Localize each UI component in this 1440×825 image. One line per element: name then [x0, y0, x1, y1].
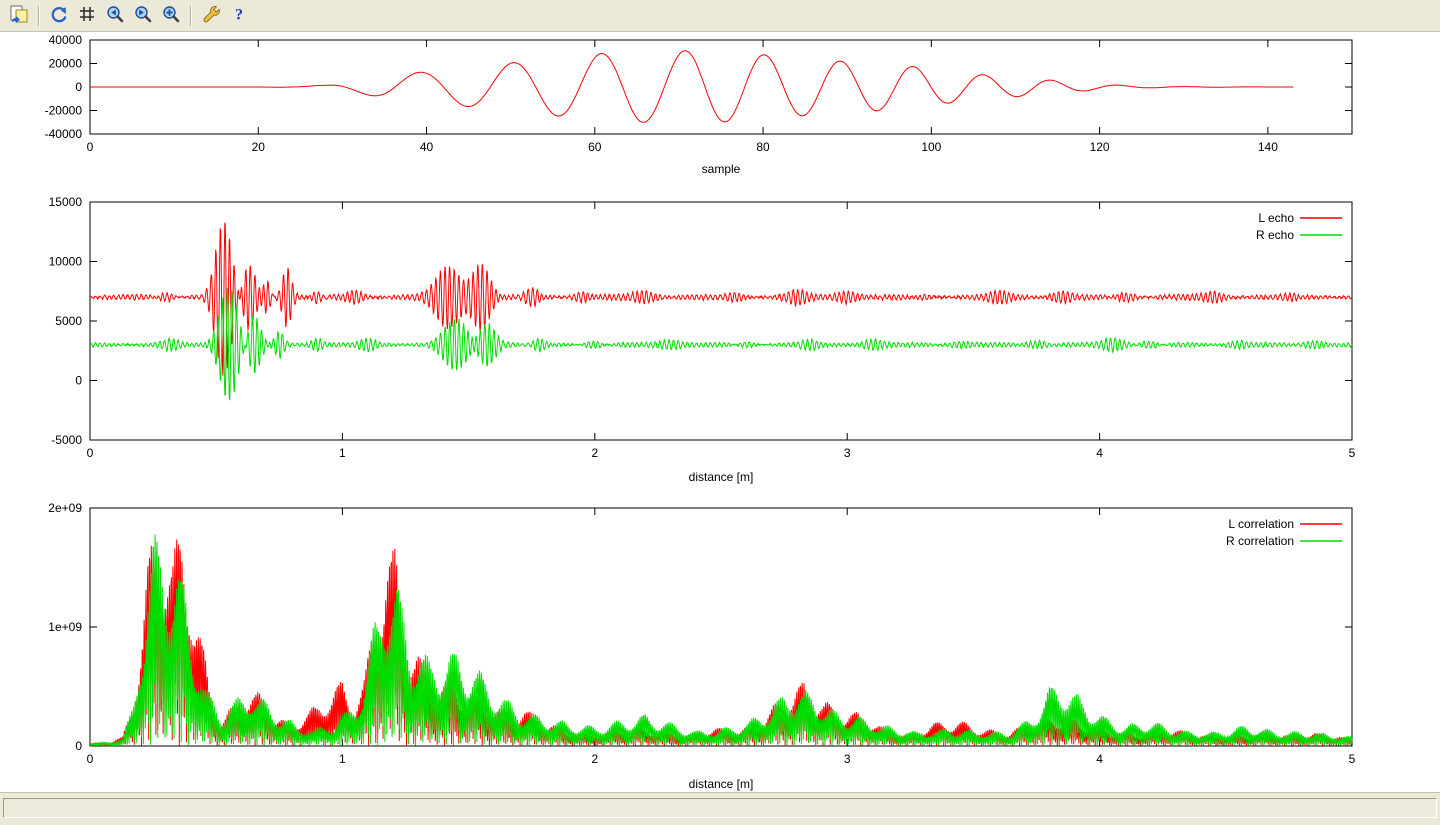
zoom-previous-button[interactable] [102, 3, 128, 29]
toolbar-separator [38, 6, 40, 26]
y-tick-label: 0 [75, 80, 82, 94]
autoscale-button[interactable] [158, 3, 184, 29]
y-tick-label: 0 [75, 739, 82, 753]
zoom-previous-icon [105, 4, 125, 27]
series-r-correlation [90, 535, 1352, 747]
x-tick-label: 40 [420, 140, 434, 154]
x-axis-label: distance [m] [689, 470, 754, 484]
y-tick-label: 10000 [49, 255, 83, 269]
series-r-echo [90, 288, 1352, 400]
svg-text:?: ? [235, 7, 243, 24]
y-tick-label: 15000 [49, 195, 83, 209]
x-tick-label: 4 [1096, 446, 1103, 460]
copy-to-clipboard-button[interactable] [6, 3, 32, 29]
replot-icon [49, 4, 69, 27]
x-tick-label: 0 [87, 446, 94, 460]
legend-label: L echo [1258, 211, 1294, 225]
x-tick-label: 80 [756, 140, 770, 154]
plot-border [90, 508, 1352, 746]
wrench-icon [201, 4, 221, 27]
help-button[interactable]: ? [226, 3, 252, 29]
configure-button[interactable] [198, 3, 224, 29]
y-tick-label: 0 [75, 374, 82, 388]
zoom-next-icon [133, 4, 153, 27]
x-tick-label: 1 [339, 752, 346, 766]
x-axis-label: sample [702, 162, 741, 176]
plot-border [90, 202, 1352, 440]
legend-label: R echo [1256, 228, 1294, 242]
x-tick-label: 1 [339, 446, 346, 460]
charts[interactable]: 020406080100120140-40000-200000200004000… [0, 32, 1440, 792]
x-tick-label: 60 [588, 140, 602, 154]
y-tick-label: 2e+09 [48, 501, 82, 515]
legend-label: R correlation [1226, 534, 1294, 548]
x-tick-label: 0 [87, 752, 94, 766]
y-tick-label: -20000 [45, 104, 83, 118]
x-tick-label: 0 [87, 140, 94, 154]
y-tick-label: 40000 [49, 33, 83, 47]
grid-toggle-button[interactable] [74, 3, 100, 29]
y-tick-label: 5000 [55, 314, 82, 328]
x-tick-label: 5 [1349, 446, 1356, 460]
x-tick-label: 5 [1349, 752, 1356, 766]
y-tick-label: -5000 [51, 433, 82, 447]
x-tick-label: 3 [844, 446, 851, 460]
toolbar: ? [0, 0, 1440, 32]
y-tick-label: 1e+09 [48, 620, 82, 634]
grid-icon [77, 4, 97, 27]
toolbar-separator [190, 6, 192, 26]
statusbar [0, 792, 1440, 825]
x-tick-label: 4 [1096, 752, 1103, 766]
clipboard-icon [9, 4, 29, 27]
legend-label: L correlation [1228, 517, 1294, 531]
series-signal [90, 51, 1293, 123]
x-tick-label: 2 [591, 446, 598, 460]
gnuplot-window: ? 020406080100120140-40000-2000002000040… [0, 0, 1440, 825]
help-icon: ? [229, 4, 249, 27]
x-tick-label: 2 [591, 752, 598, 766]
x-tick-label: 20 [252, 140, 266, 154]
x-tick-label: 120 [1090, 140, 1110, 154]
replot-button[interactable] [46, 3, 72, 29]
x-tick-label: 100 [921, 140, 941, 154]
x-axis-label: distance [m] [689, 777, 754, 791]
plot-canvas[interactable]: 020406080100120140-40000-200000200004000… [0, 32, 1440, 792]
y-tick-label: -40000 [45, 127, 83, 141]
x-tick-label: 140 [1258, 140, 1278, 154]
statusbar-field [3, 798, 1437, 818]
x-tick-label: 3 [844, 752, 851, 766]
zoom-next-button[interactable] [130, 3, 156, 29]
series-l-correlation [90, 540, 1352, 747]
autoscale-icon [161, 4, 181, 27]
y-tick-label: 20000 [49, 57, 83, 71]
